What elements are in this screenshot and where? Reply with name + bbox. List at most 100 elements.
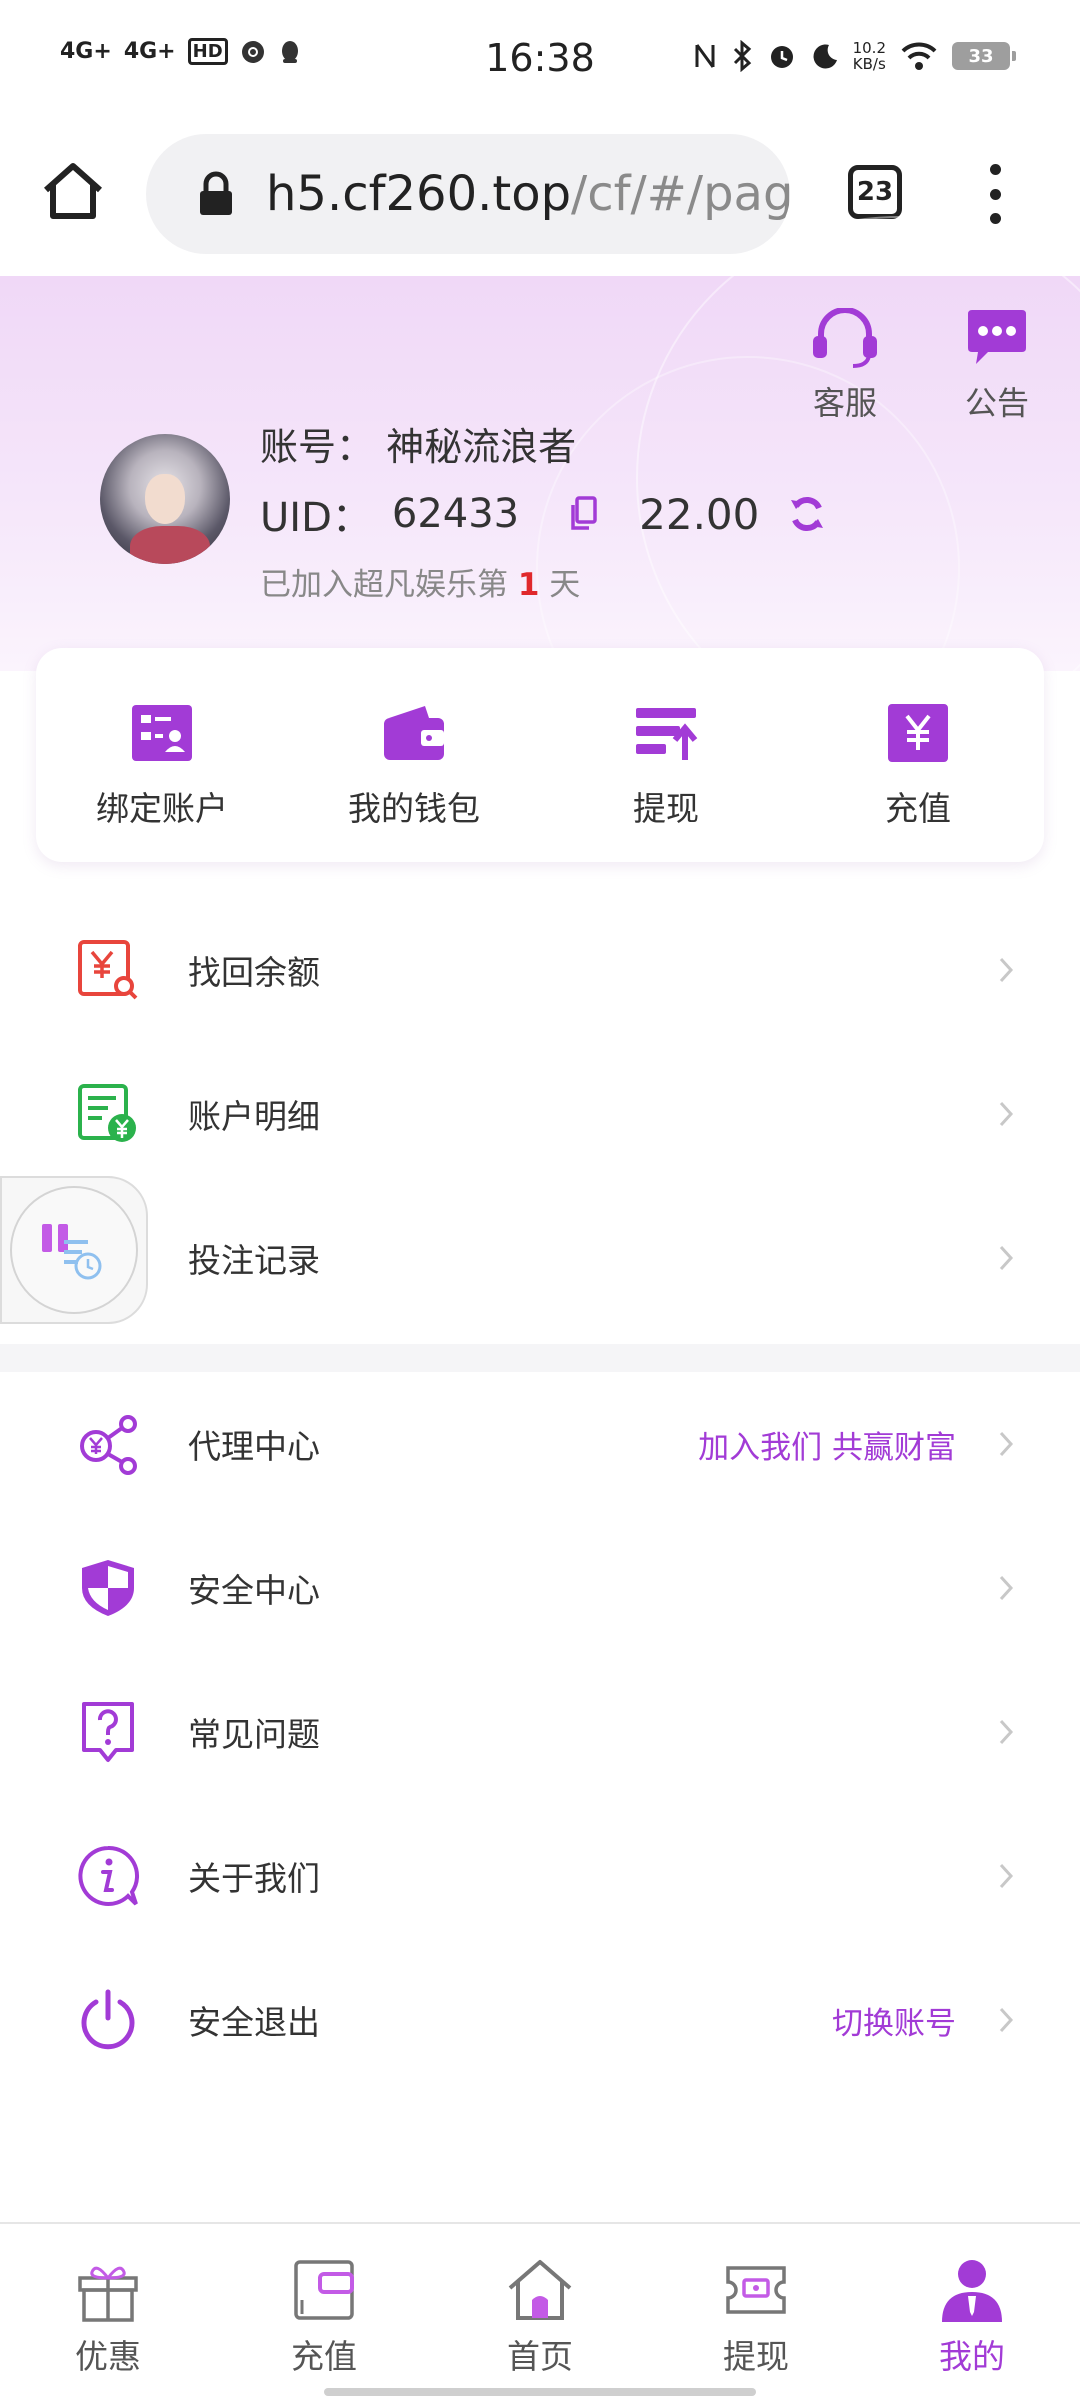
menu-group-service: 代理中心 加入我们 共赢财富 安全中心 常见问题 关于我们 安全退出 切换账号: [0, 1372, 1080, 2092]
section-divider: [0, 1344, 1080, 1372]
tab-label-profile: 我的: [939, 2337, 1005, 2376]
nfc-icon: [695, 44, 715, 68]
balance-value: 22.00: [639, 489, 760, 539]
home-icon: [508, 2260, 572, 2320]
join-days-text: 已加入超凡娱乐第 1 天: [260, 559, 827, 604]
menu-item-about-us[interactable]: 关于我们: [0, 1804, 1080, 1948]
join-days-count: 1: [517, 567, 540, 603]
url-path: /cf/#/pag: [571, 166, 790, 222]
chevron-right-icon: [999, 1101, 1014, 1127]
bind-account-label: 绑定账户: [96, 789, 228, 828]
profile-icon: [942, 2260, 1002, 2322]
customer-service-button[interactable]: 客服: [790, 307, 900, 424]
recharge-button[interactable]: 充值: [792, 648, 1044, 862]
wallet-button[interactable]: 我的钱包: [288, 648, 540, 862]
menu-label-faq: 常见问题: [188, 1715, 320, 1754]
join-days-prefix: 已加入超凡娱乐第: [260, 567, 508, 603]
moon-icon: [813, 44, 837, 69]
faq-icon: [82, 1702, 134, 1762]
copy-icon[interactable]: [569, 496, 599, 532]
switch-account-link[interactable]: 切换账号: [832, 1998, 956, 2043]
withdraw-icon: [636, 708, 698, 760]
chevron-right-icon: [999, 1575, 1014, 1601]
menu-item-account-detail[interactable]: 账户明细: [0, 1042, 1080, 1186]
chevron-right-icon: [999, 2007, 1014, 2033]
menu-item-agent-center[interactable]: 代理中心 加入我们 共赢财富: [0, 1372, 1080, 1516]
tab-promotions[interactable]: 优惠: [0, 2224, 216, 2400]
url-host: h5.cf260.top: [266, 166, 572, 222]
agent-center-icon: [80, 1415, 137, 1475]
browser-home-icon[interactable]: [38, 156, 108, 226]
browser-menu-icon[interactable]: [980, 164, 1010, 224]
bind-account-icon: [132, 705, 192, 761]
recharge-label: 充值: [885, 789, 951, 828]
uid-label: UID：: [260, 495, 372, 541]
account-label: 账号：: [260, 425, 375, 469]
account-name: 神秘流浪者: [386, 425, 577, 469]
net-speed: 10.2 KB/s: [853, 40, 886, 72]
gift-icon: [78, 2266, 138, 2322]
menu-label-account-detail: 账户明细: [188, 1097, 320, 1136]
menu-item-logout[interactable]: 安全退出 切换账号: [0, 1948, 1080, 2092]
tab-withdraw[interactable]: 提现: [648, 2224, 864, 2400]
wifi-icon: [901, 42, 937, 70]
menu-label-about-us: 关于我们: [188, 1859, 320, 1898]
status-right: 10.2 KB/s 33: [693, 40, 1016, 72]
recharge-icon: [888, 704, 948, 762]
menu-item-recover-balance[interactable]: 找回余额: [0, 898, 1080, 1042]
withdraw-label: 提现: [633, 789, 699, 828]
account-row: 账号： 神秘流浪者: [260, 416, 827, 471]
user-info: 账号： 神秘流浪者 UID： 62433 22.00 已加入超凡娱乐第 1 天: [260, 416, 827, 604]
withdraw-button[interactable]: 提现: [540, 648, 792, 862]
floating-ring: [10, 1186, 138, 1314]
bluetooth-icon: [733, 40, 751, 72]
chevron-right-icon: [999, 1863, 1014, 1889]
address-bar[interactable]: h5.cf260.top/cf/#/pag: [146, 134, 790, 254]
menu-label-agent-center: 代理中心: [188, 1427, 320, 1466]
chevron-right-icon: [999, 1245, 1014, 1271]
wallet-icon: [384, 706, 444, 760]
home-indicator[interactable]: [324, 2388, 756, 2396]
status-bar: 4G+ 4G+ HD 16:38 10.2 KB/s 33: [0, 0, 1080, 120]
url-text[interactable]: h5.cf260.top/cf/#/pag: [266, 166, 790, 222]
chevron-right-icon: [999, 957, 1014, 983]
bind-account-button[interactable]: 绑定账户: [36, 648, 288, 862]
wallet-label: 我的钱包: [348, 789, 480, 828]
menu-label-recover-balance: 找回余额: [188, 953, 320, 992]
menu-label-security-center: 安全中心: [188, 1571, 320, 1610]
wallet-card-icon: [294, 2260, 354, 2320]
net-speed-unit: KB/s: [852, 55, 886, 73]
message-icon: [968, 310, 1026, 364]
tab-recharge[interactable]: 充值: [216, 2224, 432, 2400]
tab-profile[interactable]: 我的: [864, 2224, 1080, 2400]
tab-home[interactable]: 首页: [432, 2224, 648, 2400]
info-icon: [78, 1845, 140, 1906]
power-icon: [81, 1989, 135, 2050]
menu-item-security-center[interactable]: 安全中心: [0, 1516, 1080, 1660]
battery-indicator: 33: [952, 42, 1016, 70]
quick-actions-card: 绑定账户 我的钱包 提现 充值: [36, 648, 1044, 862]
tab-label-home: 首页: [507, 2337, 573, 2376]
headset-icon: [813, 307, 877, 368]
tab-label-recharge: 充值: [291, 2337, 357, 2376]
cash-ticket-icon: [726, 2266, 786, 2314]
profile-header: 客服 公告 账号： 神秘流浪者 UID： 62433 22.00 已加入超凡娱乐…: [0, 216, 1080, 780]
avatar[interactable]: [100, 434, 230, 564]
menu-item-bet-record[interactable]: 投注记录: [0, 1186, 1080, 1330]
chevron-right-icon: [999, 1431, 1014, 1457]
alarm-icon: [770, 46, 793, 68]
bottom-tab-bar: 优惠 充值 首页 提现 我的: [0, 2222, 1080, 2400]
menu-item-faq[interactable]: 常见问题: [0, 1660, 1080, 1804]
floating-assistant-button[interactable]: [0, 1176, 148, 1324]
pause-record-icon: [42, 1224, 102, 1280]
tabs-count-button[interactable]: 23: [848, 165, 902, 219]
agent-center-promo: 加入我们 共赢财富: [698, 1429, 956, 1466]
security-shield-icon: [82, 1560, 134, 1616]
menu-label-logout: 安全退出: [188, 2003, 320, 2042]
tab-label-withdraw: 提现: [723, 2337, 789, 2376]
notice-button[interactable]: 公告: [942, 308, 1052, 424]
recover-balance-icon: [78, 940, 138, 1000]
net-speed-value: 10.2: [852, 39, 886, 57]
refresh-icon[interactable]: [787, 494, 827, 534]
chevron-right-icon: [999, 1719, 1014, 1745]
